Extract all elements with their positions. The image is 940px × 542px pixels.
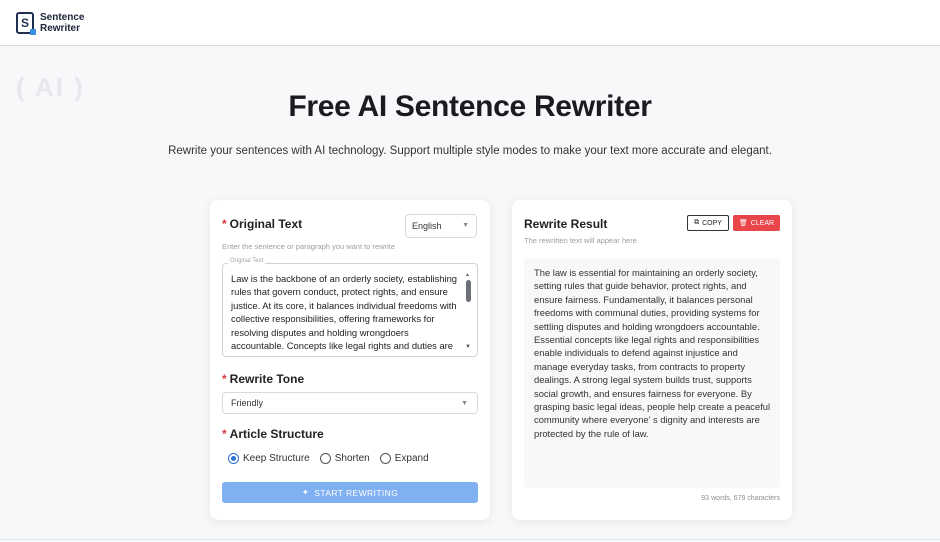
trash-icon: 🗑 <box>738 220 748 227</box>
original-text-label: * Original Text <box>222 217 303 231</box>
top-navbar: S Sentence Rewriter <box>0 0 940 46</box>
chevron-down-icon: ▼ <box>462 222 469 229</box>
sparkle-icon: ✦ <box>301 487 310 497</box>
original-text-floating-label: Original Text <box>228 258 266 264</box>
article-structure-label: * Article Structure <box>222 427 324 441</box>
copy-button[interactable]: ⧉ COPY <box>687 215 729 231</box>
rewrite-result-title: Rewrite Result <box>524 217 608 231</box>
rewrite-tone-label: * Rewrite Tone <box>222 372 305 386</box>
scroll-down-icon[interactable]: ▼ <box>465 344 471 350</box>
original-text-input[interactable]: Law is the backbone of an orderly societ… <box>222 263 478 357</box>
brand-name: Sentence Rewriter <box>40 11 85 34</box>
scrollbar-thumb[interactable] <box>466 280 471 302</box>
original-text-scrollbar[interactable]: ▲ ▼ <box>465 272 473 356</box>
sentence-rewriter-logo-icon: S <box>16 11 36 35</box>
article-structure-options: Keep Structure Shorten Expand <box>228 453 429 464</box>
rewrite-result-output[interactable]: The law is essential for maintaining an … <box>524 258 780 488</box>
radio-shorten[interactable]: Shorten <box>319 453 370 464</box>
clear-button[interactable]: 🗑 CLEAR <box>733 215 780 231</box>
rewrite-tone-select[interactable]: Friendly ▼ <box>222 392 478 414</box>
brand-logo[interactable]: S Sentence Rewriter <box>16 11 85 35</box>
radio-unchecked-icon[interactable] <box>379 453 391 464</box>
scroll-up-icon[interactable]: ▲ <box>465 272 470 278</box>
copy-icon: ⧉ <box>694 219 700 226</box>
start-rewriting-button[interactable]: ✦ START REWRITING <box>222 482 478 503</box>
bottom-divider <box>0 539 940 540</box>
radio-checked-icon[interactable] <box>228 453 239 464</box>
page-title: Free AI Sentence Rewriter <box>288 90 652 123</box>
radio-expand[interactable]: Expand <box>379 453 429 464</box>
radio-unchecked-icon[interactable] <box>319 453 331 464</box>
page-subtitle: Rewrite your sentences with AI technolog… <box>168 145 772 157</box>
result-panel: Rewrite Result The rewritten text will a… <box>512 200 792 520</box>
original-text-hint: Enter the sentence or paragraph you want… <box>222 242 396 251</box>
language-select[interactable]: English ▼ <box>405 214 477 238</box>
input-panel: * Original Text English ▼ Enter the sente… <box>210 200 490 520</box>
radio-keep-structure[interactable]: Keep Structure <box>228 453 310 464</box>
word-character-counter: 93 words, 679 characters <box>701 495 780 502</box>
rewrite-result-hint: The rewritten text will appear here <box>524 236 637 245</box>
chevron-down-icon: ▼ <box>461 400 468 407</box>
